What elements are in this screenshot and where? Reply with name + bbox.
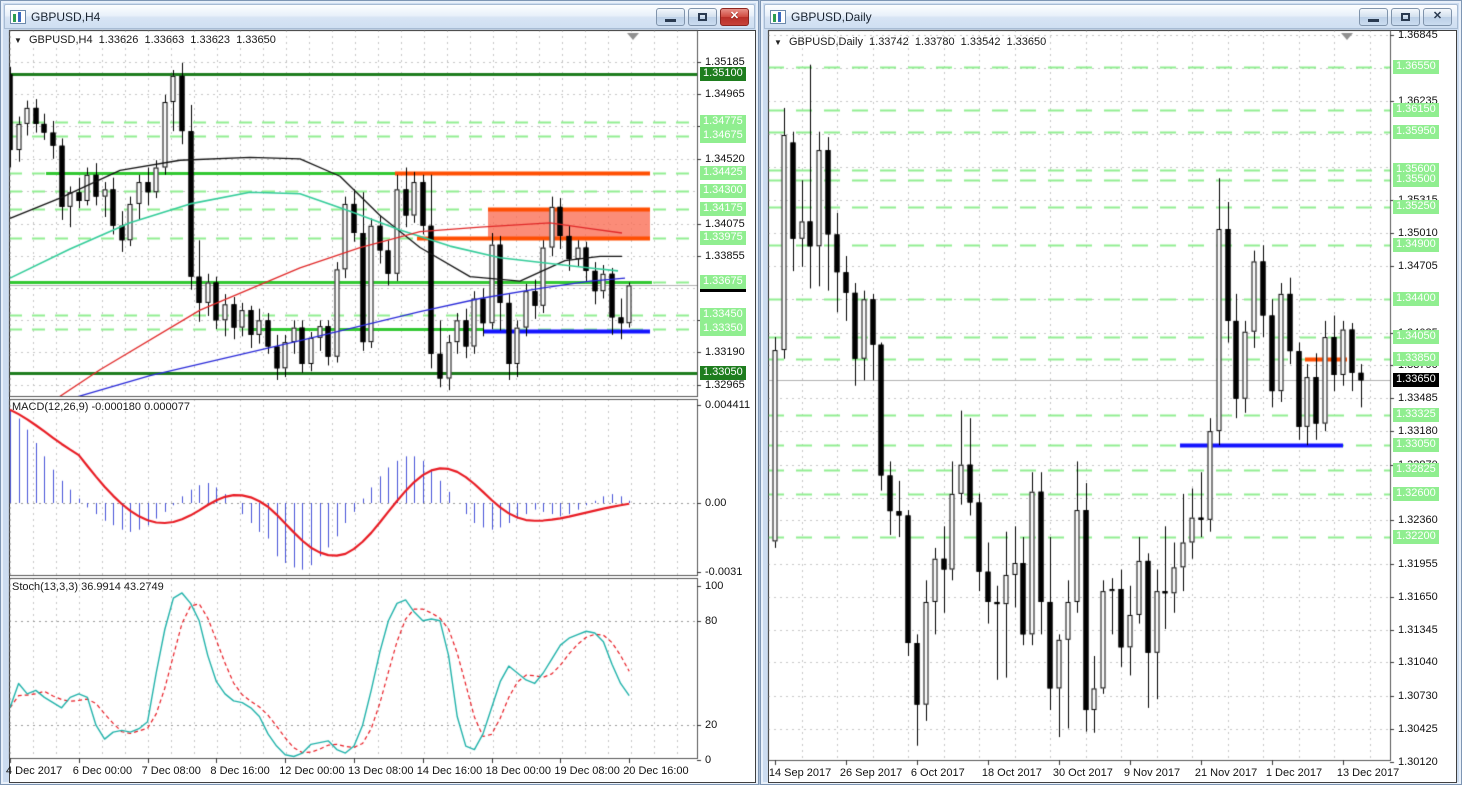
dropdown-icon[interactable]: ▼ [14, 36, 22, 45]
stoch-header: Stoch(13,3,3) 36.9914 43.2749 [12, 581, 164, 593]
symbol-period-label: GBPUSD,Daily [788, 36, 863, 48]
stoch-name: Stoch(13,3,3) [12, 581, 79, 593]
close-value: 1.33650 [1006, 36, 1047, 48]
titlebar-daily[interactable]: GBPUSD,Daily ✕ [764, 4, 1458, 29]
restore-button[interactable] [688, 7, 717, 26]
restore-button[interactable] [1391, 7, 1420, 26]
open-value: 1.33626 [98, 34, 139, 46]
macd-name: MACD(12,26,9) [12, 401, 89, 413]
titlebar-h4[interactable]: GBPUSD,H4 ✕ [4, 4, 755, 29]
stoch-values: 36.9914 43.2749 [81, 581, 164, 593]
minimize-button[interactable] [1359, 7, 1388, 26]
close-value: 1.33650 [236, 34, 276, 46]
chart-header-daily[interactable]: ▼ GBPUSD,Daily 1.33742 1.33780 1.33542 1… [774, 36, 1049, 48]
close-button[interactable]: ✕ [720, 7, 749, 26]
high-value: 1.33780 [914, 36, 955, 48]
macd-values: -0.000180 0.000077 [91, 401, 190, 413]
symbol-period-label: GBPUSD,H4 [28, 34, 93, 46]
window-title: GBPUSD,Daily [791, 9, 872, 24]
low-value: 1.33542 [960, 36, 1001, 48]
high-value: 1.33663 [144, 34, 185, 46]
close-button[interactable]: ✕ [1423, 7, 1452, 26]
minimize-button[interactable] [656, 7, 685, 26]
chart-window-icon [10, 9, 26, 24]
dropdown-icon[interactable]: ▼ [774, 38, 782, 47]
mdi-workspace: GBPUSD,H4 ✕ GBPUSD,Daily ✕ 1.35185 1.3496… [0, 0, 1462, 785]
chart-header-h4[interactable]: ▼ GBPUSD,H4 1.33626 1.33663 1.33623 1.33… [14, 34, 279, 46]
chart-area-daily[interactable] [768, 30, 1457, 783]
chart-window-icon [770, 9, 786, 24]
chart-window-daily: GBPUSD,Daily ✕ [760, 0, 1462, 785]
window-title: GBPUSD,H4 [31, 9, 101, 24]
macd-header: MACD(12,26,9) -0.000180 0.000077 [12, 401, 190, 413]
open-value: 1.33742 [869, 36, 909, 48]
chart-window-h4: GBPUSD,H4 ✕ [0, 0, 759, 785]
low-value: 1.33623 [190, 34, 231, 46]
